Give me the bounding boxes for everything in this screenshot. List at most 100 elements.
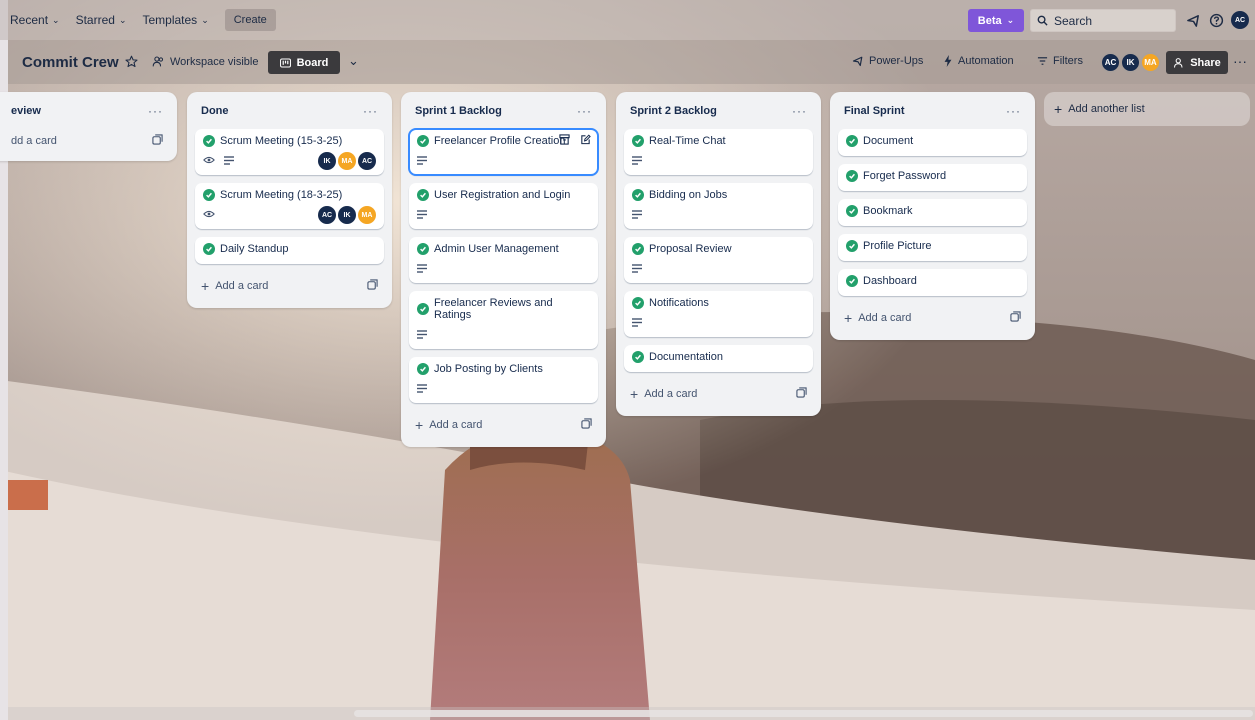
list-menu-icon[interactable]: ··· bbox=[363, 104, 378, 118]
nav-starred[interactable]: Starred ⌄ bbox=[76, 13, 127, 27]
board-member-avatar[interactable]: AC bbox=[1100, 52, 1121, 73]
list-title[interactable]: Sprint 2 Backlog bbox=[630, 105, 717, 117]
card[interactable]: Scrum Meeting (18-3-25) AC IK MA bbox=[195, 183, 384, 229]
check-complete-icon[interactable] bbox=[632, 351, 644, 363]
check-complete-icon[interactable] bbox=[846, 240, 858, 252]
nav-templates[interactable]: Templates ⌄ bbox=[142, 13, 208, 27]
top-navigation: Recent ⌄ Starred ⌄ Templates ⌄ Create Be… bbox=[0, 0, 1255, 40]
member-avatar[interactable]: MA bbox=[338, 152, 356, 170]
card[interactable]: Dashboard bbox=[838, 269, 1027, 296]
card[interactable]: Daily Standup bbox=[195, 237, 384, 264]
chevron-down-icon: ⌄ bbox=[348, 53, 359, 68]
beta-button[interactable]: Beta ⌄ bbox=[968, 9, 1024, 32]
view-switcher-chevron[interactable]: ⌄ bbox=[348, 53, 359, 69]
board-member-avatar[interactable]: IK bbox=[1120, 52, 1141, 73]
card-template-icon[interactable] bbox=[796, 387, 807, 401]
description-icon bbox=[417, 262, 427, 276]
board-title[interactable]: Commit Crew bbox=[22, 54, 119, 71]
edit-icon[interactable] bbox=[580, 134, 591, 148]
power-ups-button[interactable]: Power-Ups bbox=[852, 55, 923, 67]
check-complete-icon[interactable] bbox=[417, 135, 429, 147]
card[interactable]: Notifications bbox=[624, 291, 813, 337]
plus-icon: + bbox=[844, 310, 853, 326]
check-complete-icon[interactable] bbox=[632, 189, 644, 201]
check-complete-icon[interactable] bbox=[846, 205, 858, 217]
card[interactable]: Scrum Meeting (15-3-25) IK MA AC bbox=[195, 129, 384, 175]
check-complete-icon[interactable] bbox=[846, 135, 858, 147]
card[interactable]: Job Posting by Clients bbox=[409, 357, 598, 403]
help-icon[interactable] bbox=[1208, 12, 1224, 28]
card-template-icon[interactable] bbox=[152, 134, 163, 148]
list-menu-icon[interactable]: ··· bbox=[577, 104, 592, 118]
list-title[interactable]: Final Sprint bbox=[844, 105, 905, 117]
card[interactable]: Documentation bbox=[624, 345, 813, 372]
archive-icon[interactable] bbox=[559, 134, 570, 148]
card[interactable]: Real-Time Chat bbox=[624, 129, 813, 175]
board-menu-button[interactable]: ··· bbox=[1233, 53, 1247, 69]
list-header: Sprint 1 Backlog ··· bbox=[409, 92, 598, 129]
account-avatar[interactable]: AC bbox=[1231, 11, 1249, 29]
member-avatar[interactable]: MA bbox=[358, 206, 376, 224]
member-avatar[interactable]: IK bbox=[338, 206, 356, 224]
star-board-button[interactable] bbox=[125, 55, 138, 68]
card[interactable]: Profile Picture bbox=[838, 234, 1027, 261]
nav-recent[interactable]: Recent ⌄ bbox=[10, 13, 60, 27]
list-menu-icon[interactable]: ··· bbox=[148, 104, 163, 118]
add-card-button[interactable]: + Add a card bbox=[195, 272, 384, 300]
check-complete-icon[interactable] bbox=[417, 243, 429, 255]
card-template-icon[interactable] bbox=[1010, 311, 1021, 325]
add-card-label: dd a card bbox=[11, 135, 57, 147]
member-avatar[interactable]: AC bbox=[358, 152, 376, 170]
share-button[interactable]: Share bbox=[1166, 51, 1228, 74]
megaphone-icon[interactable] bbox=[1185, 12, 1201, 28]
card-template-icon[interactable] bbox=[367, 279, 378, 293]
add-card-button[interactable]: + Add a card bbox=[838, 304, 1027, 332]
nav-starred-label: Starred bbox=[75, 13, 115, 27]
check-complete-icon[interactable] bbox=[632, 135, 644, 147]
check-complete-icon[interactable] bbox=[203, 243, 215, 255]
card-template-icon[interactable] bbox=[581, 418, 592, 432]
card[interactable]: Forget Password bbox=[838, 164, 1027, 191]
workspace-visibility-button[interactable]: Workspace visible bbox=[152, 55, 258, 68]
check-complete-icon[interactable] bbox=[846, 170, 858, 182]
check-complete-icon[interactable] bbox=[632, 297, 644, 309]
card[interactable]: Freelancer Profile Creation bbox=[408, 128, 599, 176]
chevron-down-icon: ⌄ bbox=[118, 14, 127, 25]
add-list-button[interactable]: + Add another list bbox=[1044, 92, 1250, 126]
card[interactable]: User Registration and Login bbox=[409, 183, 598, 229]
add-card-button[interactable]: dd a card bbox=[0, 129, 169, 153]
card[interactable]: Bookmark bbox=[838, 199, 1027, 226]
card[interactable]: Bidding on Jobs bbox=[624, 183, 813, 229]
board-view-button[interactable]: Board bbox=[268, 51, 340, 74]
card[interactable]: Proposal Review bbox=[624, 237, 813, 283]
board-horizontal-scrollbar[interactable] bbox=[8, 707, 1255, 720]
list-sprint-1-backlog: Sprint 1 Backlog ··· Freelancer Profile … bbox=[401, 92, 606, 447]
list-menu-icon[interactable]: ··· bbox=[1006, 104, 1021, 118]
check-complete-icon[interactable] bbox=[203, 189, 215, 201]
list-title[interactable]: Done bbox=[201, 105, 229, 117]
card[interactable]: Admin User Management bbox=[409, 237, 598, 283]
check-complete-icon[interactable] bbox=[417, 363, 429, 375]
card[interactable]: Document bbox=[838, 129, 1027, 156]
list-menu-icon[interactable]: ··· bbox=[792, 104, 807, 118]
board-member-avatar[interactable]: MA bbox=[1140, 52, 1161, 73]
check-complete-icon[interactable] bbox=[203, 135, 215, 147]
check-complete-icon[interactable] bbox=[417, 189, 429, 201]
filters-button[interactable]: Filters bbox=[1037, 55, 1083, 67]
search-input[interactable]: Search bbox=[1030, 9, 1176, 32]
card[interactable]: Freelancer Reviews and Ratings bbox=[409, 291, 598, 349]
board-header: Commit Crew Workspace visible Board ⌄ Po… bbox=[8, 40, 1255, 84]
list-title[interactable]: eview bbox=[11, 105, 41, 117]
card-title: Real-Time Chat bbox=[649, 135, 726, 147]
add-card-button[interactable]: + Add a card bbox=[624, 380, 813, 408]
member-avatar[interactable]: IK bbox=[318, 152, 336, 170]
automation-button[interactable]: Automation bbox=[943, 55, 1014, 67]
scrollbar-thumb[interactable] bbox=[354, 710, 1253, 717]
member-avatar[interactable]: AC bbox=[318, 206, 336, 224]
check-complete-icon[interactable] bbox=[632, 243, 644, 255]
check-complete-icon[interactable] bbox=[417, 303, 429, 315]
add-card-button[interactable]: + Add a card bbox=[409, 411, 598, 439]
list-title[interactable]: Sprint 1 Backlog bbox=[415, 105, 502, 117]
create-button[interactable]: Create bbox=[224, 9, 276, 31]
check-complete-icon[interactable] bbox=[846, 275, 858, 287]
